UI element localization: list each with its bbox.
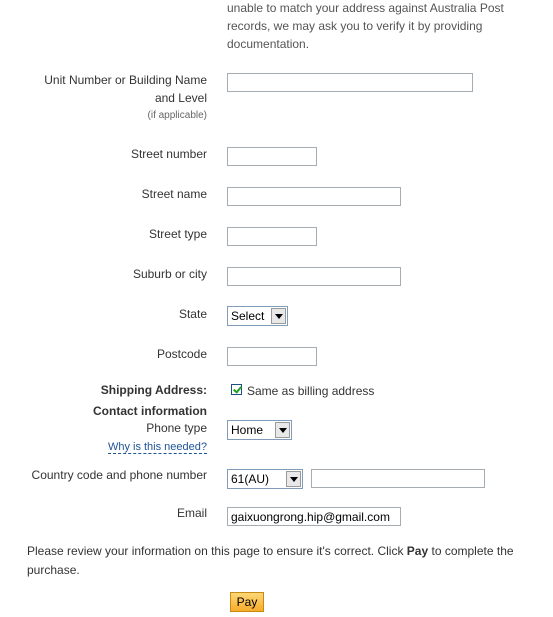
- street-type-input[interactable]: [227, 227, 317, 246]
- chevron-down-icon[interactable]: [271, 308, 286, 324]
- street-number-input[interactable]: [227, 147, 317, 166]
- chevron-down-icon[interactable]: [275, 422, 290, 438]
- chevron-down-icon[interactable]: [286, 471, 301, 487]
- unit-input[interactable]: [227, 73, 473, 92]
- phone-number-input[interactable]: [311, 469, 485, 488]
- email-label: Email: [176, 506, 207, 520]
- unit-label-line2: and Level: [154, 91, 207, 105]
- unit-label-note: (if applicable): [147, 110, 207, 121]
- address-verification-note: unable to match your address against Aus…: [227, 1, 504, 51]
- street-number-label: Street number: [130, 147, 207, 161]
- postcode-label: Postcode: [156, 347, 207, 361]
- shipping-address-label: Shipping Address:: [100, 383, 207, 397]
- phone-type-select[interactable]: Home: [227, 420, 292, 440]
- street-name-input[interactable]: [227, 187, 401, 206]
- same-as-billing-label[interactable]: Same as billing address: [247, 383, 374, 399]
- suburb-label: Suburb or city: [132, 267, 207, 281]
- why-needed-container: Why is this needed?: [107, 439, 207, 454]
- contact-info-heading: Contact information: [93, 404, 207, 418]
- same-as-billing-checkbox[interactable]: [231, 384, 242, 395]
- street-type-label: Street type: [148, 227, 207, 241]
- review-text-before: Please review your information on this p…: [27, 544, 407, 558]
- postcode-input[interactable]: [227, 347, 317, 366]
- pay-button[interactable]: Pay: [230, 592, 264, 612]
- suburb-input[interactable]: [227, 267, 401, 286]
- state-select[interactable]: Select: [227, 306, 288, 326]
- unit-label-line1: Unit Number or Building Name: [44, 73, 207, 87]
- state-label: State: [178, 307, 207, 321]
- state-select-value: Select: [231, 309, 265, 323]
- street-name-label: Street name: [141, 187, 207, 201]
- review-instructions: Please review your information on this p…: [27, 542, 532, 580]
- unit-label: Unit Number or Building Name and Level (…: [44, 71, 207, 125]
- phone-type-value: Home: [231, 423, 264, 437]
- email-input[interactable]: [227, 507, 401, 526]
- why-needed-link[interactable]: Why is this needed?: [107, 441, 207, 454]
- phone-type-label: Phone type: [146, 421, 207, 435]
- country-code-value: 61(AU): [231, 472, 270, 486]
- review-text-pay: Pay: [406, 544, 429, 558]
- country-code-select[interactable]: 61(AU): [227, 469, 303, 489]
- country-code-label: Country code and phone number: [31, 468, 207, 482]
